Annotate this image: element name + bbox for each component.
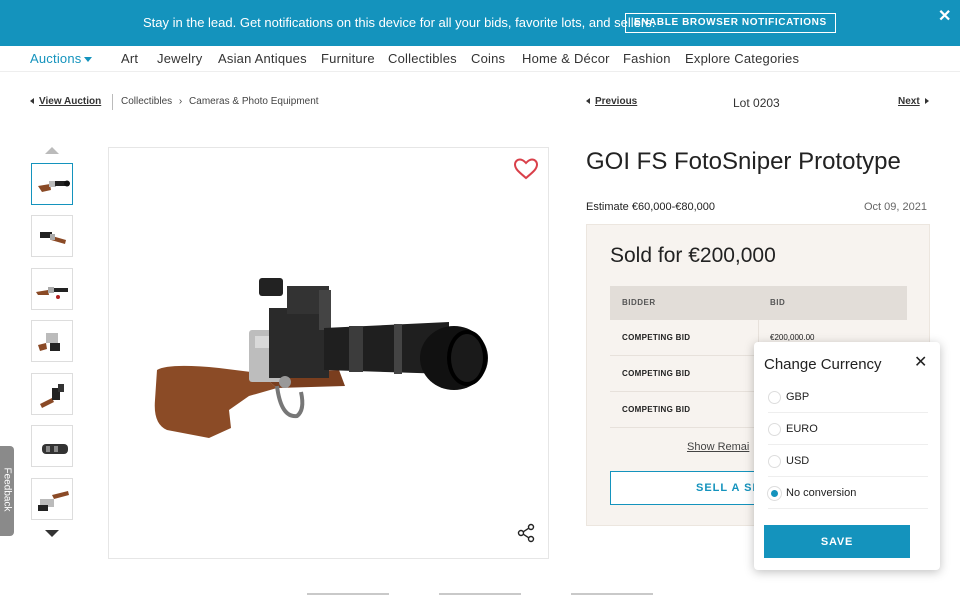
nav-item-jewelry[interactable]: Jewelry bbox=[157, 51, 202, 66]
nav-auctions[interactable]: Auctions bbox=[30, 51, 81, 66]
close-icon[interactable]: ✕ bbox=[914, 352, 927, 372]
previous-lot-link[interactable]: Previous bbox=[586, 96, 637, 107]
breadcrumb-cameras[interactable]: Cameras & Photo Equipment bbox=[189, 96, 319, 107]
chevron-right-icon bbox=[924, 98, 929, 105]
feedback-label: Feedback bbox=[1, 467, 13, 512]
scroll-indicator bbox=[571, 593, 653, 595]
bidder-cell: COMPETING BID bbox=[622, 333, 691, 342]
sold-price: Sold for €200,000 bbox=[610, 244, 776, 267]
column-header-bid: BID bbox=[770, 298, 786, 307]
column-header-bidder: BIDDER bbox=[622, 298, 656, 307]
lot-date: Oct 09, 2021 bbox=[864, 201, 927, 213]
popup-title: Change Currency bbox=[764, 356, 882, 373]
close-icon[interactable]: ✕ bbox=[938, 6, 951, 26]
nav-item-home-decor[interactable]: Home & Décor bbox=[522, 51, 610, 66]
radio-button[interactable] bbox=[768, 423, 781, 436]
currency-option-euro[interactable]: EURO bbox=[768, 413, 928, 445]
scroll-indicator bbox=[439, 593, 521, 595]
lot-title: GOI FS FotoSniper Prototype bbox=[586, 148, 901, 175]
bid-cell: €200,000.00 bbox=[770, 333, 815, 342]
notification-banner: Stay in the lead. Get notifications on t… bbox=[0, 0, 960, 46]
breadcrumb: Collectibles › Cameras & Photo Equipment bbox=[121, 96, 319, 107]
nav-item-furniture[interactable]: Furniture bbox=[321, 51, 375, 66]
currency-option-usd[interactable]: USD bbox=[768, 445, 928, 477]
chevron-left-icon bbox=[586, 98, 590, 105]
thumbnail[interactable] bbox=[31, 425, 73, 467]
option-label: USD bbox=[786, 455, 810, 467]
view-auction-link[interactable]: View Auction bbox=[39, 96, 101, 107]
option-label: EURO bbox=[786, 423, 818, 435]
feedback-tab[interactable]: Feedback bbox=[0, 446, 14, 536]
thumbnail[interactable] bbox=[31, 268, 73, 310]
bid-table-header: BIDDER BID bbox=[610, 286, 907, 320]
thumbnail[interactable] bbox=[31, 215, 73, 257]
share-icon[interactable] bbox=[516, 523, 536, 543]
thumbnail[interactable] bbox=[31, 478, 73, 520]
currency-option-gbp[interactable]: GBP bbox=[768, 381, 928, 413]
lot-number: Lot 0203 bbox=[733, 96, 780, 110]
change-currency-popup: Change Currency ✕ GBP EURO USD No conver… bbox=[754, 342, 940, 570]
scroll-indicator bbox=[307, 593, 389, 595]
thumbnail[interactable] bbox=[31, 373, 73, 415]
thumbnails-down-arrow-icon[interactable] bbox=[45, 530, 59, 537]
nav-item-coins[interactable]: Coins bbox=[471, 51, 505, 66]
currency-option-no-conversion[interactable]: No conversion bbox=[768, 477, 928, 509]
show-remaining-link[interactable]: Show Remai bbox=[687, 441, 749, 453]
radio-button[interactable] bbox=[768, 391, 781, 404]
thumbnails-up-arrow-icon[interactable] bbox=[45, 147, 59, 154]
radio-button-selected[interactable] bbox=[768, 487, 781, 500]
breadcrumb-collectibles[interactable]: Collectibles bbox=[121, 96, 172, 107]
category-nav: Auctions Art Jewelry Asian Antiques Furn… bbox=[0, 46, 960, 72]
bidder-cell: COMPETING BID bbox=[622, 369, 691, 378]
nav-item-collectibles[interactable]: Collectibles bbox=[388, 51, 457, 66]
chevron-down-icon[interactable] bbox=[84, 57, 92, 62]
banner-message: Stay in the lead. Get notifications on t… bbox=[143, 15, 656, 30]
bidder-cell: COMPETING BID bbox=[622, 405, 691, 414]
next-lot-link[interactable]: Next bbox=[898, 96, 929, 107]
breadcrumb-separator: › bbox=[178, 96, 183, 107]
breadcrumb-back[interactable]: View Auction bbox=[30, 96, 101, 107]
nav-item-explore-categories[interactable]: Explore Categories bbox=[685, 51, 799, 66]
camera-rifle-image bbox=[154, 278, 488, 438]
option-label: No conversion bbox=[786, 487, 857, 499]
heart-icon[interactable] bbox=[514, 158, 538, 180]
main-lot-image[interactable] bbox=[108, 147, 549, 559]
thumbnail[interactable] bbox=[31, 163, 73, 205]
previous-label[interactable]: Previous bbox=[595, 96, 637, 107]
radio-button[interactable] bbox=[768, 455, 781, 468]
next-label[interactable]: Next bbox=[898, 96, 920, 107]
lot-estimate: Estimate €60,000-€80,000 bbox=[586, 201, 716, 213]
enable-notifications-button[interactable]: ENABLE BROWSER NOTIFICATIONS bbox=[625, 13, 836, 33]
nav-item-art[interactable]: Art bbox=[121, 51, 138, 66]
option-label: GBP bbox=[786, 391, 810, 403]
chevron-left-icon bbox=[30, 98, 34, 105]
thumbnail[interactable] bbox=[31, 320, 73, 362]
nav-item-asian-antiques[interactable]: Asian Antiques bbox=[218, 51, 307, 66]
save-button[interactable]: SAVE bbox=[764, 525, 910, 558]
divider bbox=[112, 94, 113, 110]
nav-item-fashion[interactable]: Fashion bbox=[623, 51, 671, 66]
